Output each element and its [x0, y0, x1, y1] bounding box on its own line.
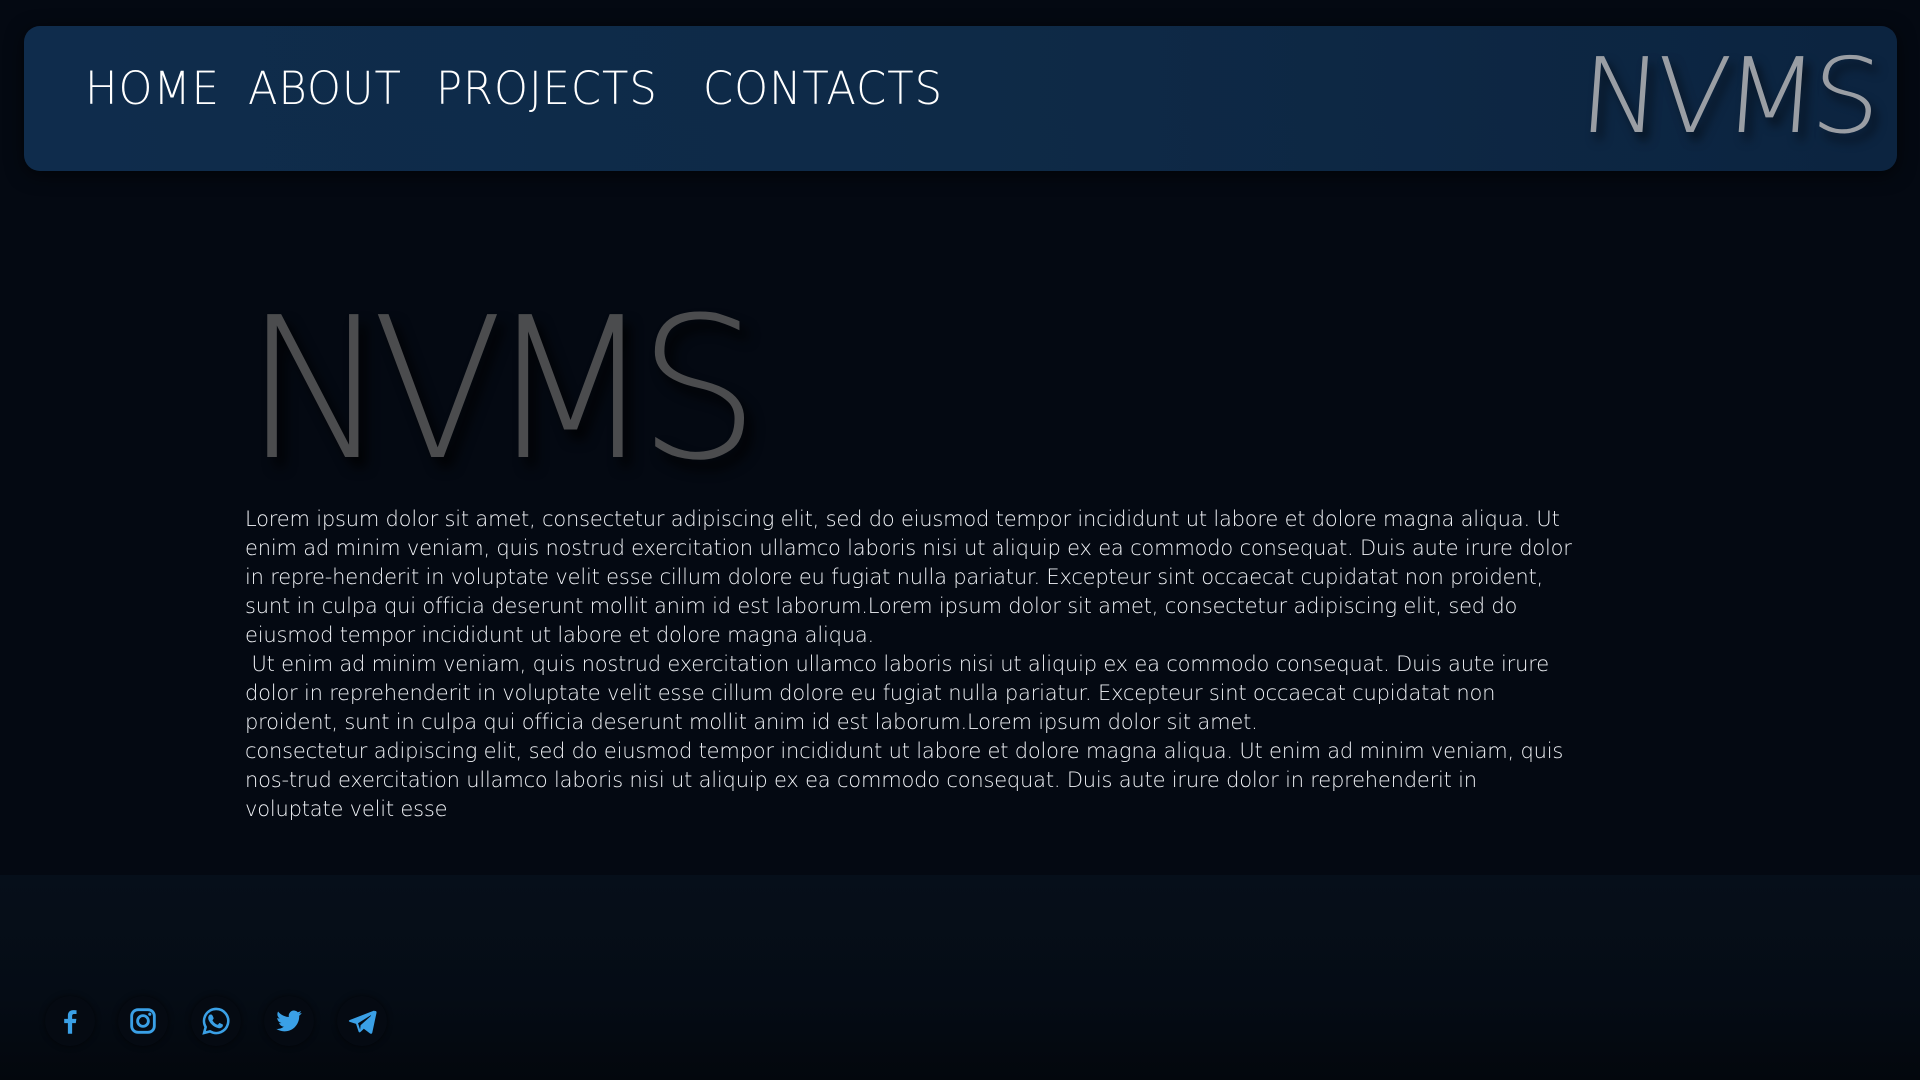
- social-links: [45, 996, 387, 1046]
- whatsapp-button[interactable]: [191, 996, 241, 1046]
- telegram-icon: [348, 1010, 377, 1034]
- nav-contacts-link[interactable]: CONTACTS: [703, 66, 943, 111]
- hero-logo: NVMS: [244, 276, 760, 504]
- twitter-icon: [276, 1010, 302, 1032]
- facebook-icon: [64, 1010, 77, 1034]
- nav-links: HOME ABOUT PROJECTS CONTACTS: [85, 66, 953, 111]
- body-paragraph: Ut enim ad minim veniam, quis nostrud ex…: [245, 652, 1556, 734]
- nav-home-link[interactable]: HOME: [85, 66, 220, 111]
- whatsapp-icon: [202, 1007, 230, 1035]
- page: HOME ABOUT PROJECTS CONTACTS NVMS NVMS L…: [0, 0, 1920, 1080]
- twitter-button[interactable]: [264, 996, 314, 1046]
- telegram-button[interactable]: [337, 996, 387, 1046]
- header-logo[interactable]: NVMS: [1576, 35, 1880, 157]
- body-paragraph: consectetur adipiscing elit, sed do eius…: [245, 739, 1564, 821]
- body-text: Lorem ipsum dolor sit amet, consectetur …: [245, 505, 1580, 824]
- footer: [0, 875, 1920, 1080]
- nav-projects-link[interactable]: PROJECTS: [436, 66, 658, 111]
- facebook-button[interactable]: [45, 996, 95, 1046]
- navbar: HOME ABOUT PROJECTS CONTACTS NVMS: [24, 26, 1897, 171]
- body-paragraph: Lorem ipsum dolor sit amet, consectetur …: [245, 507, 1572, 647]
- nav-about-link[interactable]: ABOUT: [248, 66, 402, 111]
- instagram-button[interactable]: [118, 996, 168, 1046]
- instagram-icon: [130, 1008, 156, 1034]
